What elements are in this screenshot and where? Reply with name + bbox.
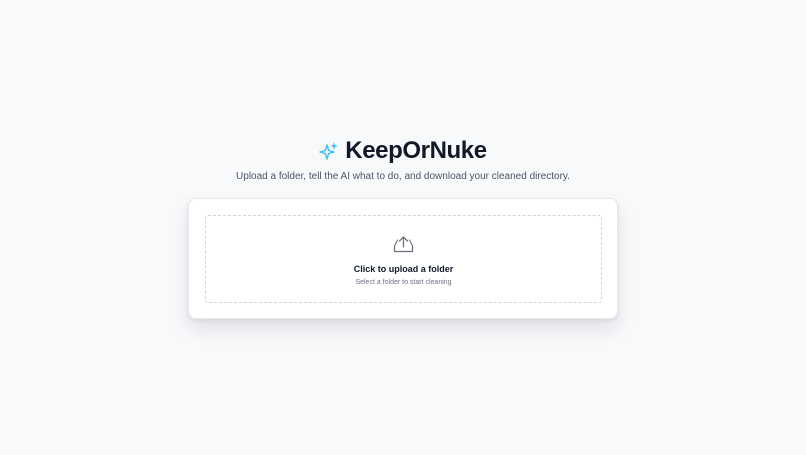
app-subtitle: Upload a folder, tell the AI what to do,… xyxy=(236,171,570,182)
sparkles-icon xyxy=(319,141,339,161)
brand-header: KeepOrNuke xyxy=(0,136,806,166)
app-title: KeepOrNuke xyxy=(345,137,487,164)
upload-hint: Select a folder to start cleaning xyxy=(355,279,452,286)
folder-upload-dropzone[interactable]: Click to upload a folder Select a folder… xyxy=(205,215,602,303)
upload-icon xyxy=(393,235,414,253)
page: KeepOrNuke Upload a folder, tell the AI … xyxy=(0,0,806,455)
upload-card: Click to upload a folder Select a folder… xyxy=(188,198,618,319)
upload-title: Click to upload a folder xyxy=(353,264,454,274)
